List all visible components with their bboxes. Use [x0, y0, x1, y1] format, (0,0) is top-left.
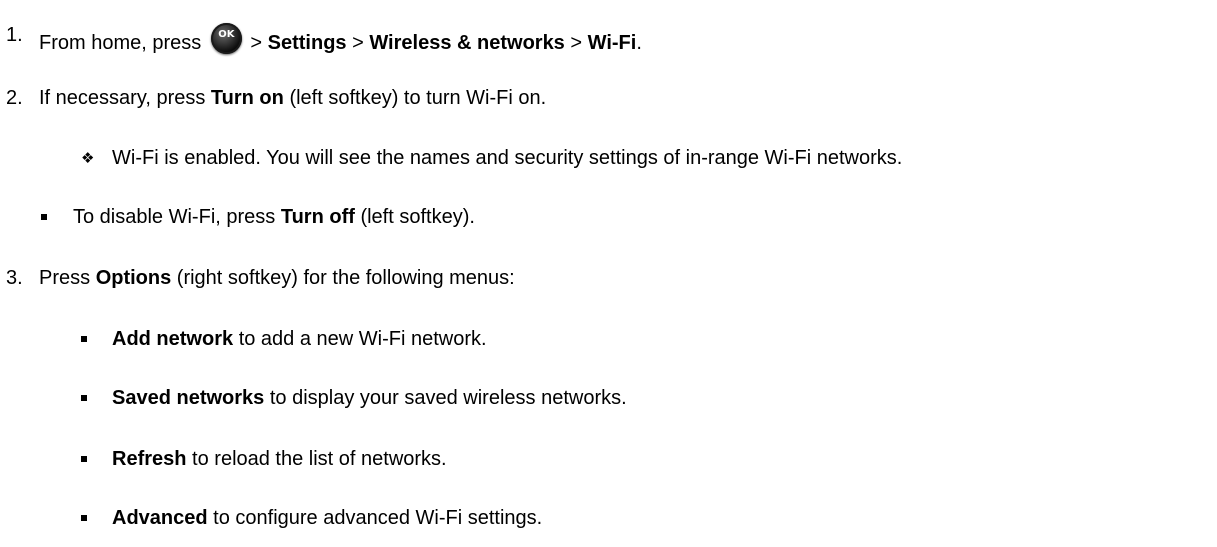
- menu-item-label: Saved networks: [112, 387, 265, 409]
- list-item: Advanced to configure advanced Wi-Fi set…: [0, 506, 1217, 530]
- step-number: 2.: [6, 87, 23, 109]
- step-3: 3. Press Options (right softkey) for the…: [0, 266, 1217, 290]
- square-bullet-icon: [81, 336, 87, 342]
- step-2: 2. If necessary, press Turn on (left sof…: [0, 86, 1217, 110]
- diamond-bullet-icon: ❖: [81, 149, 95, 167]
- ok-button-icon: OK: [210, 23, 242, 54]
- square-bullet-icon: [81, 395, 87, 401]
- turn-on-label: Turn on: [210, 87, 284, 109]
- step-1: 1. From home, press OK > Settings > Wire…: [0, 23, 1217, 54]
- result-note: ❖ Wi-Fi is enabled. You will see the nam…: [0, 146, 1217, 170]
- step-number: 1.: [6, 24, 23, 46]
- step-number: 3.: [6, 267, 23, 289]
- menu-item-desc: to add a new Wi-Fi network.: [238, 328, 487, 350]
- menu-item-desc: to reload the list of networks.: [192, 448, 447, 470]
- step-text: If necessary, press Turn on (left softke…: [39, 87, 547, 109]
- menu-item-label: Advanced: [112, 507, 208, 529]
- menu-item-label: Refresh: [112, 448, 187, 470]
- list-item: Refresh to reload the list of networks.: [0, 447, 1217, 471]
- list-item: Add network to add a new Wi-Fi network.: [0, 327, 1217, 351]
- turn-off-label: Turn off: [280, 206, 355, 228]
- wifi-menu-label: Wi-Fi: [587, 32, 637, 54]
- result-text: Wi-Fi is enabled. You will see the names…: [112, 147, 903, 169]
- settings-menu-label: Settings: [267, 32, 347, 54]
- wireless-menu-label: Wireless & networks: [369, 32, 565, 54]
- menu-item-label: Add network: [112, 328, 234, 350]
- step-text: Press Options (right softkey) for the fo…: [39, 267, 515, 289]
- menu-item-desc: to configure advanced Wi-Fi settings.: [213, 507, 543, 529]
- step-text: From home, press OK > Settings > Wireles…: [39, 23, 642, 55]
- disable-note: To disable Wi-Fi, press Turn off (left s…: [0, 205, 1217, 229]
- square-bullet-icon: [81, 515, 87, 521]
- square-bullet-icon: [41, 214, 47, 220]
- menu-item-desc: to display your saved wireless networks.: [269, 387, 627, 409]
- square-bullet-icon: [81, 456, 87, 462]
- options-label: Options: [95, 267, 172, 289]
- disable-text: To disable Wi-Fi, press Turn off (left s…: [73, 206, 475, 228]
- list-item: Saved networks to display your saved wir…: [0, 386, 1217, 410]
